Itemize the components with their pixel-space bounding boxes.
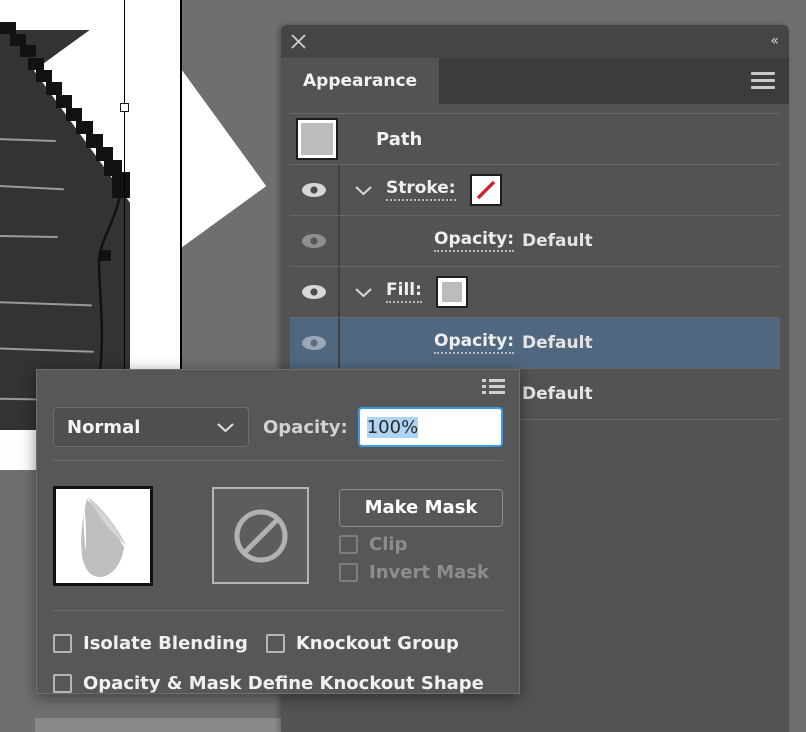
appearance-row-fill-opacity-selected[interactable]: Opacity: Default xyxy=(290,318,780,369)
canvas-bottom-strip xyxy=(35,718,290,732)
panel-titlebar: « xyxy=(281,25,789,58)
path-outline-jagged xyxy=(96,147,113,161)
row-divider xyxy=(338,216,340,266)
object-opacity-value: Default xyxy=(522,384,593,404)
fill-row-label: Fill: xyxy=(386,281,422,303)
close-icon[interactable] xyxy=(290,33,307,50)
path-row-label: Path xyxy=(376,128,423,150)
make-mask-button[interactable]: Make Mask xyxy=(339,488,503,527)
checkbox-line-1: Isolate Blending Knockout Group xyxy=(53,623,503,663)
clip-checkbox-row[interactable]: Clip xyxy=(339,534,503,555)
fill-swatch-inner xyxy=(439,280,464,304)
appearance-row-path[interactable]: Path xyxy=(290,114,780,165)
appearance-row-stroke-opacity[interactable]: Opacity: Default xyxy=(290,216,780,267)
path-outline-jagged xyxy=(46,82,62,95)
path-outline-jagged xyxy=(20,45,36,57)
popup-bottom-checkboxes: Isolate Blending Knockout Group Opacity … xyxy=(53,623,503,703)
panel-menu-icon[interactable] xyxy=(751,72,775,90)
popup-divider-top xyxy=(53,460,503,461)
path-outline-jagged xyxy=(76,121,93,134)
knockout-group-row[interactable]: Knockout Group xyxy=(265,632,459,654)
visibility-eye-icon[interactable] xyxy=(290,267,338,317)
stroke-opacity-value: Default xyxy=(522,231,593,251)
make-mask-label: Make Mask xyxy=(364,497,478,518)
path-outline-jagged xyxy=(28,58,44,70)
appearance-row-stroke[interactable]: Stroke: xyxy=(290,165,780,216)
chevron-down-icon xyxy=(217,423,234,433)
path-outline-jagged xyxy=(56,95,72,108)
collapse-panel-icon[interactable]: « xyxy=(770,33,779,50)
opacity-field-wrapper: › xyxy=(357,407,503,447)
mask-thumbnail-none[interactable] xyxy=(212,487,309,584)
blend-mode-value: Normal xyxy=(67,416,141,438)
disclosure-chevron-icon[interactable] xyxy=(340,286,386,298)
popup-blend-opacity-row: Normal Opacity: › xyxy=(53,406,503,448)
stroke-color-swatch-none[interactable] xyxy=(469,174,502,206)
fill-color-swatch[interactable] xyxy=(435,276,468,308)
transparency-popup-panel: Normal Opacity: › xyxy=(36,369,520,694)
path-outline-jagged xyxy=(66,108,82,121)
path-anchor-point-hollow[interactable] xyxy=(120,103,129,112)
knockout-group-label: Knockout Group xyxy=(295,632,459,654)
visibility-eye-icon-dim[interactable] xyxy=(290,216,338,266)
path-outline-jagged xyxy=(86,134,103,148)
invert-mask-checkbox[interactable] xyxy=(339,562,358,582)
opacity-input[interactable] xyxy=(359,409,501,445)
panel-tabbar: Appearance xyxy=(281,58,789,104)
path-outline-jagged xyxy=(36,70,52,82)
path-anchor-point-selected[interactable] xyxy=(100,250,111,261)
visibility-eye-icon-dim[interactable] xyxy=(290,318,338,368)
disclosure-chevron-icon[interactable] xyxy=(340,184,386,196)
isolate-blending-row[interactable]: Isolate Blending xyxy=(53,633,248,654)
stroke-opacity-label: Opacity: xyxy=(434,230,515,252)
no-mask-icon xyxy=(234,509,287,562)
tab-appearance-label: Appearance xyxy=(303,71,418,91)
popup-opacity-label: Opacity: xyxy=(263,416,348,438)
opacity-mask-knockout-checkbox[interactable] xyxy=(53,673,72,693)
blend-mode-dropdown[interactable]: Normal xyxy=(53,407,249,447)
opacity-mask-knockout-label: Opacity & Mask Define Knockout Shape xyxy=(83,672,484,694)
knockout-group-checkbox[interactable] xyxy=(265,633,285,653)
isolate-blending-checkbox[interactable] xyxy=(53,633,72,653)
mask-controls-group: Make Mask Clip Invert Mask xyxy=(339,488,503,583)
invert-mask-checkbox-row[interactable]: Invert Mask xyxy=(339,562,503,583)
appearance-row-fill[interactable]: Fill: xyxy=(290,267,780,318)
fill-opacity-value: Default xyxy=(522,333,593,353)
path-thumbnail[interactable] xyxy=(296,118,338,160)
popup-thumbnails-area: Make Mask Clip Invert Mask xyxy=(53,473,503,598)
row-divider xyxy=(338,318,340,368)
fill-opacity-label: Opacity: xyxy=(434,332,515,354)
checkbox-line-2: Opacity & Mask Define Knockout Shape xyxy=(53,663,503,703)
isolate-blending-label: Isolate Blending xyxy=(83,632,248,654)
popup-options-menu-icon[interactable] xyxy=(482,379,505,395)
path-outline-jagged xyxy=(0,22,16,34)
tab-appearance[interactable]: Appearance xyxy=(281,58,440,104)
opacity-mask-knockout-row[interactable]: Opacity & Mask Define Knockout Shape xyxy=(53,673,484,694)
stroke-row-label: Stroke: xyxy=(386,179,456,201)
artwork-thumbnail[interactable] xyxy=(53,485,153,586)
clip-checkbox[interactable] xyxy=(339,534,358,554)
popup-divider-bottom xyxy=(53,610,503,611)
invert-mask-label: Invert Mask xyxy=(369,561,489,583)
visibility-eye-icon[interactable] xyxy=(290,165,338,215)
clip-label: Clip xyxy=(369,533,408,555)
